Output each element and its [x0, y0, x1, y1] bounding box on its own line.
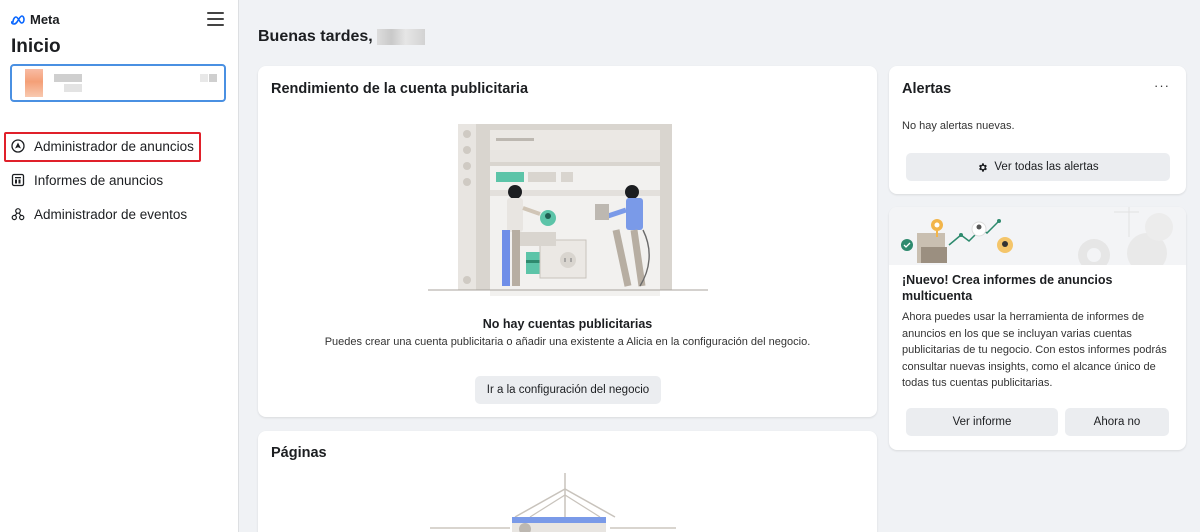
- sidebar-item-label: Administrador de eventos: [34, 206, 188, 222]
- ads-manager-icon: [10, 138, 26, 154]
- pages-illustration: [430, 473, 676, 532]
- greeting: Buenas tardes,: [258, 28, 425, 46]
- sidebar: Meta Inicio Administrador de anuncios In…: [0, 0, 239, 532]
- account-selector[interactable]: [10, 64, 226, 102]
- redacted-user-name: [376, 29, 425, 45]
- view-report-button[interactable]: Ver informe: [906, 408, 1058, 436]
- ad-account-performance-card: Rendimiento de la cuenta publicitaria No…: [258, 66, 877, 417]
- empty-state-illustration: [428, 124, 708, 296]
- multi-account-reports-promo-card: ¡Nuevo! Crea informes de anuncios multic…: [889, 207, 1186, 450]
- button-label: Ver todas las alertas: [994, 161, 1099, 173]
- empty-state-description: Puedes crear una cuenta publicitaria o a…: [324, 336, 811, 348]
- gear-icon: [979, 162, 988, 172]
- meta-logo-text: Meta: [30, 12, 60, 27]
- view-all-alerts-button[interactable]: Ver todas las alertas: [906, 153, 1170, 181]
- redacted-avatar: [25, 69, 43, 97]
- redacted-account-name: [54, 74, 82, 82]
- sidebar-item-events-manager[interactable]: Administrador de eventos: [10, 206, 187, 222]
- greeting-text: Buenas tardes,: [258, 28, 373, 45]
- menu-icon[interactable]: [207, 12, 224, 26]
- promo-title: ¡Nuevo! Crea informes de anuncios multic…: [902, 273, 1113, 303]
- page-title: Inicio: [11, 36, 61, 57]
- promo-description: Ahora puedes usar la herramienta de info…: [902, 311, 1167, 389]
- meta-logo[interactable]: Meta: [11, 12, 60, 27]
- meta-logo-icon: [11, 14, 25, 25]
- events-manager-icon: [10, 206, 26, 222]
- more-options-icon[interactable]: ···: [1154, 78, 1170, 93]
- reports-icon: [10, 172, 26, 188]
- sidebar-item-label: Administrador de anuncios: [34, 138, 194, 154]
- sidebar-item-ad-reports[interactable]: Informes de anuncios: [10, 172, 163, 188]
- card-title: Rendimiento de la cuenta publicitaria: [271, 81, 529, 97]
- card-title: Páginas: [271, 445, 327, 461]
- sidebar-item-label: Informes de anuncios: [34, 172, 164, 188]
- alerts-empty-text: No hay alertas nuevas.: [902, 120, 1015, 132]
- not-now-button[interactable]: Ahora no: [1065, 408, 1169, 436]
- promo-banner-illustration: [889, 207, 1186, 265]
- business-settings-button[interactable]: Ir a la configuración del negocio: [475, 376, 661, 404]
- pages-card: Páginas: [258, 431, 877, 532]
- alerts-card: Alertas ··· No hay alertas nuevas. Ver t…: [889, 66, 1186, 194]
- sidebar-item-ads-manager[interactable]: Administrador de anuncios: [10, 138, 194, 154]
- empty-state-title: No hay cuentas publicitarias: [482, 317, 653, 331]
- card-title: Alertas: [902, 81, 952, 97]
